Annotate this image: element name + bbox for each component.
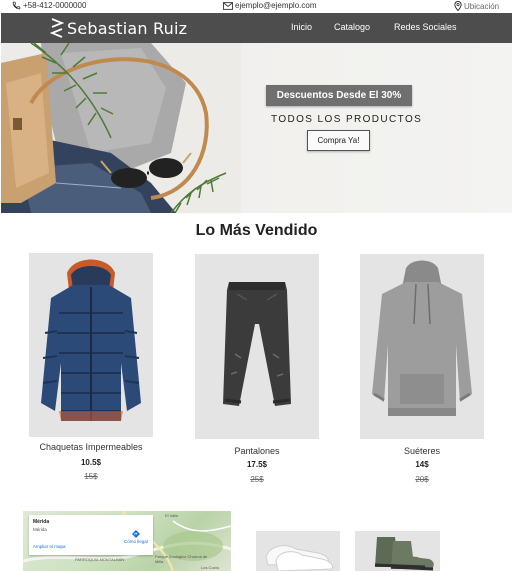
product-price: 17.5$ — [246, 460, 268, 469]
map-info-card: Mérida Mérida Ampliar el mapa Cómo llega… — [29, 515, 153, 555]
map-label: PARROQUIA MONTALBÁN — [75, 557, 125, 562]
brand-mark-icon — [50, 18, 64, 38]
product-image-white-sneakers[interactable] — [256, 531, 340, 571]
product-image-sweater[interactable] — [360, 254, 484, 439]
product-price: 10.5$ — [80, 458, 102, 467]
directions-icon — [132, 530, 141, 538]
buy-now-button[interactable]: Compra Ya! — [307, 130, 370, 151]
white-sneakers-image — [265, 545, 333, 571]
map-label: Parque Zoológico Chorros de Milla — [155, 554, 208, 564]
nav-link-inicio[interactable]: Inicio — [291, 22, 312, 32]
map-place-title: Mérida — [33, 519, 50, 525]
product-name[interactable]: Chaquetas Impermeables — [11, 442, 171, 452]
bestsellers-title: Lo Más Vendido — [195, 222, 318, 239]
product-image-boots[interactable] — [355, 531, 440, 571]
main-navbar: Sebastian Ruiz Inicio Catalogo Redes Soc… — [1, 13, 512, 43]
hero-image — [1, 43, 241, 213]
product-image-jacket[interactable] — [29, 253, 153, 437]
product-price: 14$ — [415, 460, 429, 469]
hero-subtitle: TODOS LOS PRODUCTOS — [271, 114, 423, 125]
product-image-pants[interactable] — [195, 254, 319, 439]
product-old-price: 15$ — [84, 472, 98, 481]
boots-image — [374, 537, 434, 571]
directions-label: Cómo llegar — [124, 539, 149, 544]
phone-number: +58-412-0000000 — [23, 1, 87, 10]
product-old-price: 20$ — [415, 475, 429, 484]
location-pin-icon — [454, 1, 462, 11]
location-map[interactable]: Mérida Mérida Ampliar el mapa Cómo llega… — [23, 511, 231, 571]
product-old-price: 25$ — [250, 475, 264, 484]
brand-logo[interactable]: Sebastian Ruiz — [50, 16, 187, 40]
location-link[interactable]: Ubicación — [454, 1, 499, 11]
email-address: ejemplo@ejemplo.com — [235, 1, 317, 10]
email-contact[interactable]: ejemplo@ejemplo.com — [223, 1, 317, 10]
nav-link-catalogo[interactable]: Catalogo — [334, 22, 370, 32]
phone-contact[interactable]: +58-412-0000000 — [12, 1, 86, 10]
phone-icon — [12, 1, 21, 10]
discount-badge: Descuentos Desde El 30% — [266, 85, 412, 106]
contact-bar: +58-412-0000000 ejemplo@ejemplo.com Ubic… — [0, 0, 513, 13]
product-name[interactable]: Pantalones — [177, 446, 337, 456]
map-label: El Valle — [165, 513, 179, 518]
mail-icon — [223, 1, 233, 10]
location-label: Ubicación — [464, 1, 500, 11]
directions-button[interactable]: Cómo llegar — [124, 530, 148, 544]
map-label: Los Curos — [201, 565, 220, 570]
product-name[interactable]: Suéteres — [342, 446, 502, 456]
sweater-image — [372, 260, 472, 416]
brand-name: Sebastian Ruiz — [67, 18, 188, 38]
enlarge-map-link[interactable]: Ampliar el mapa — [33, 544, 66, 549]
map-place-subtitle: Mérida — [33, 527, 47, 532]
jacket-image — [41, 259, 141, 421]
hero-banner: Descuentos Desde El 30% TODOS LOS PRODUC… — [1, 43, 512, 213]
nav-link-redes-sociales[interactable]: Redes Sociales — [394, 22, 457, 32]
pants-image — [223, 282, 291, 406]
